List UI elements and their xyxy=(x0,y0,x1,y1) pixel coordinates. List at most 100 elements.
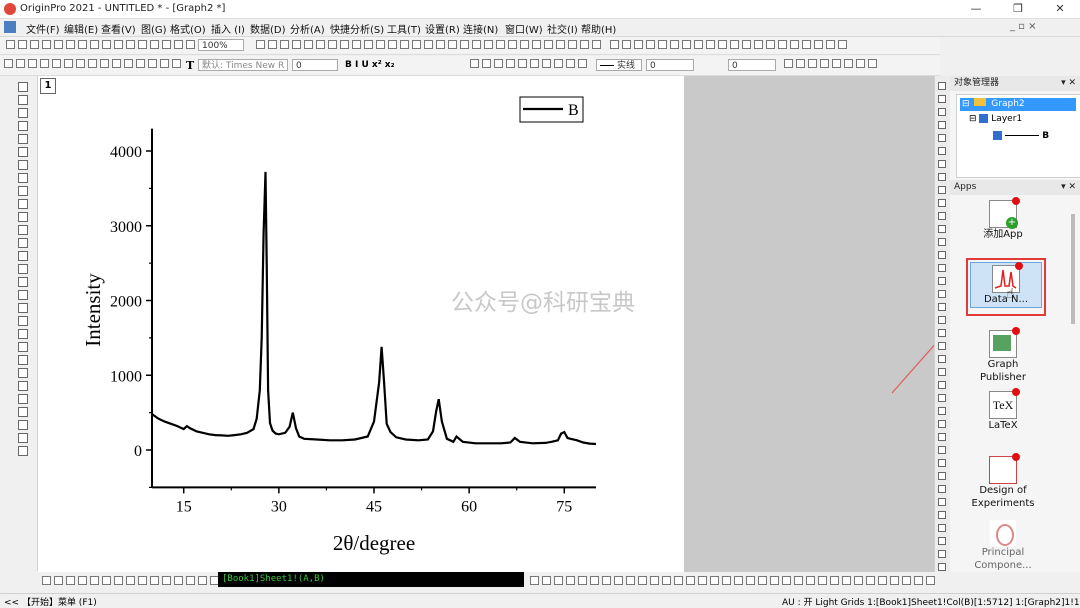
bottom-toolbar-button-icon[interactable] xyxy=(578,576,587,585)
strip-button-icon[interactable] xyxy=(938,108,946,116)
x-tick-label[interactable]: 30 xyxy=(271,498,287,515)
bottom-toolbar-button-icon[interactable] xyxy=(854,576,863,585)
bottom-toolbar-button-icon[interactable] xyxy=(866,576,875,585)
strip-button-icon[interactable] xyxy=(938,134,946,142)
strip-button-icon[interactable] xyxy=(938,381,946,389)
bottom-toolbar-button-icon[interactable] xyxy=(650,576,659,585)
tree-item-layer1[interactable]: ⊟ Layer1 xyxy=(969,114,1022,124)
y-tick-label[interactable]: 2000 xyxy=(110,294,142,311)
bottom-toolbar-button-icon[interactable] xyxy=(746,576,755,585)
bottom-toolbar-button-icon[interactable] xyxy=(530,576,539,585)
strip-button-icon[interactable] xyxy=(938,238,946,246)
expand-icon[interactable]: ⊟ xyxy=(969,114,977,124)
strip-button-icon[interactable] xyxy=(938,459,946,467)
y-tick-label[interactable]: 0 xyxy=(134,443,142,460)
bottom-toolbar-button-icon[interactable] xyxy=(662,576,671,585)
strip-button-icon[interactable] xyxy=(938,264,946,272)
bottom-toolbar-button-icon[interactable] xyxy=(66,576,75,585)
y-axis-title[interactable]: Intensity xyxy=(81,273,105,347)
y-tick-label[interactable]: 4000 xyxy=(110,144,142,161)
panel-close-icon[interactable]: ▾ ✕ xyxy=(1061,76,1076,91)
bottom-toolbar-button-icon[interactable] xyxy=(626,576,635,585)
strip-button-icon[interactable] xyxy=(938,82,946,90)
bottom-toolbar-button-icon[interactable] xyxy=(614,576,623,585)
bottom-toolbar-button-icon[interactable] xyxy=(842,576,851,585)
bottom-toolbar-button-icon[interactable] xyxy=(138,576,147,585)
bottom-toolbar-button-icon[interactable] xyxy=(674,576,683,585)
bottom-toolbar-button-icon[interactable] xyxy=(878,576,887,585)
bottom-toolbar-button-icon[interactable] xyxy=(914,576,923,585)
x-tick-label[interactable]: 15 xyxy=(176,498,192,515)
strip-button-icon[interactable] xyxy=(938,355,946,363)
apps-scrollbar[interactable] xyxy=(1071,214,1075,324)
bottom-toolbar-button-icon[interactable] xyxy=(770,576,779,585)
x-tick-label[interactable]: 75 xyxy=(556,498,572,515)
bottom-toolbar-button-icon[interactable] xyxy=(566,576,575,585)
bottom-toolbar-button-icon[interactable] xyxy=(554,576,563,585)
strip-button-icon[interactable] xyxy=(938,485,946,493)
strip-button-icon[interactable] xyxy=(938,537,946,545)
strip-button-icon[interactable] xyxy=(938,121,946,129)
strip-button-icon[interactable] xyxy=(938,394,946,402)
bottom-toolbar-button-icon[interactable] xyxy=(186,576,195,585)
strip-button-icon[interactable] xyxy=(938,316,946,324)
strip-button-icon[interactable] xyxy=(938,342,946,350)
bottom-toolbar-button-icon[interactable] xyxy=(722,576,731,585)
strip-button-icon[interactable] xyxy=(938,290,946,298)
bottom-toolbar-button-icon[interactable] xyxy=(126,576,135,585)
bottom-toolbar-button-icon[interactable] xyxy=(90,576,99,585)
checkbox-icon[interactable] xyxy=(979,114,989,123)
strip-button-icon[interactable] xyxy=(938,225,946,233)
strip-button-icon[interactable] xyxy=(938,160,946,168)
bottom-toolbar-button-icon[interactable] xyxy=(150,576,159,585)
bottom-toolbar-button-icon[interactable] xyxy=(890,576,899,585)
checkbox-icon[interactable] xyxy=(993,131,1002,140)
strip-button-icon[interactable] xyxy=(938,95,946,103)
bottom-toolbar-button-icon[interactable] xyxy=(174,576,183,585)
bottom-toolbar-button-icon[interactable] xyxy=(602,576,611,585)
bottom-toolbar-button-icon[interactable] xyxy=(78,576,87,585)
bottom-toolbar-button-icon[interactable] xyxy=(42,576,51,585)
strip-button-icon[interactable] xyxy=(938,446,946,454)
status-left[interactable]: << 【开始】菜单 (F1) xyxy=(4,595,97,608)
strip-button-icon[interactable] xyxy=(938,407,946,415)
bottom-toolbar-button-icon[interactable] xyxy=(794,576,803,585)
strip-button-icon[interactable] xyxy=(938,550,946,558)
bottom-toolbar-button-icon[interactable] xyxy=(638,576,647,585)
bottom-toolbar-button-icon[interactable] xyxy=(758,576,767,585)
app-principal-component[interactable]: Principal Compone... xyxy=(968,520,1038,572)
app-design-of-experiments[interactable]: Design of Experiments xyxy=(968,453,1038,510)
strip-button-icon[interactable] xyxy=(938,472,946,480)
bottom-toolbar-button-icon[interactable] xyxy=(542,576,551,585)
bottom-toolbar-button-icon[interactable] xyxy=(926,576,935,585)
strip-button-icon[interactable] xyxy=(938,199,946,207)
strip-button-icon[interactable] xyxy=(938,511,946,519)
bottom-toolbar-button-icon[interactable] xyxy=(162,576,171,585)
bottom-toolbar-button-icon[interactable] xyxy=(782,576,791,585)
tree-item-plot-b[interactable]: B xyxy=(993,131,1049,141)
bottom-toolbar-button-icon[interactable] xyxy=(710,576,719,585)
strip-button-icon[interactable] xyxy=(938,147,946,155)
app-add-app[interactable]: + 添加App xyxy=(968,197,1038,241)
strip-button-icon[interactable] xyxy=(938,277,946,285)
bottom-toolbar-button-icon[interactable] xyxy=(806,576,815,585)
bottom-toolbar-button-icon[interactable] xyxy=(902,576,911,585)
bottom-toolbar-button-icon[interactable] xyxy=(830,576,839,585)
bottom-toolbar-button-icon[interactable] xyxy=(54,576,63,585)
bottom-toolbar-button-icon[interactable] xyxy=(590,576,599,585)
bottom-toolbar-button-icon[interactable] xyxy=(686,576,695,585)
x-axis-title[interactable]: 2θ/degree xyxy=(333,531,415,555)
strip-button-icon[interactable] xyxy=(938,329,946,337)
strip-button-icon[interactable] xyxy=(938,212,946,220)
strip-button-icon[interactable] xyxy=(938,173,946,181)
tree-item-graph2[interactable]: ⊟ Graph2 xyxy=(960,98,1076,111)
expand-icon[interactable]: ⊟ xyxy=(962,99,970,109)
bottom-toolbar-button-icon[interactable] xyxy=(734,576,743,585)
bottom-toolbar-button-icon[interactable] xyxy=(818,576,827,585)
strip-button-icon[interactable] xyxy=(938,303,946,311)
bottom-toolbar-button-icon[interactable] xyxy=(102,576,111,585)
strip-button-icon[interactable] xyxy=(938,563,946,571)
strip-button-icon[interactable] xyxy=(938,368,946,376)
bottom-toolbar-button-icon[interactable] xyxy=(698,576,707,585)
bottom-toolbar-button-icon[interactable] xyxy=(198,576,207,585)
